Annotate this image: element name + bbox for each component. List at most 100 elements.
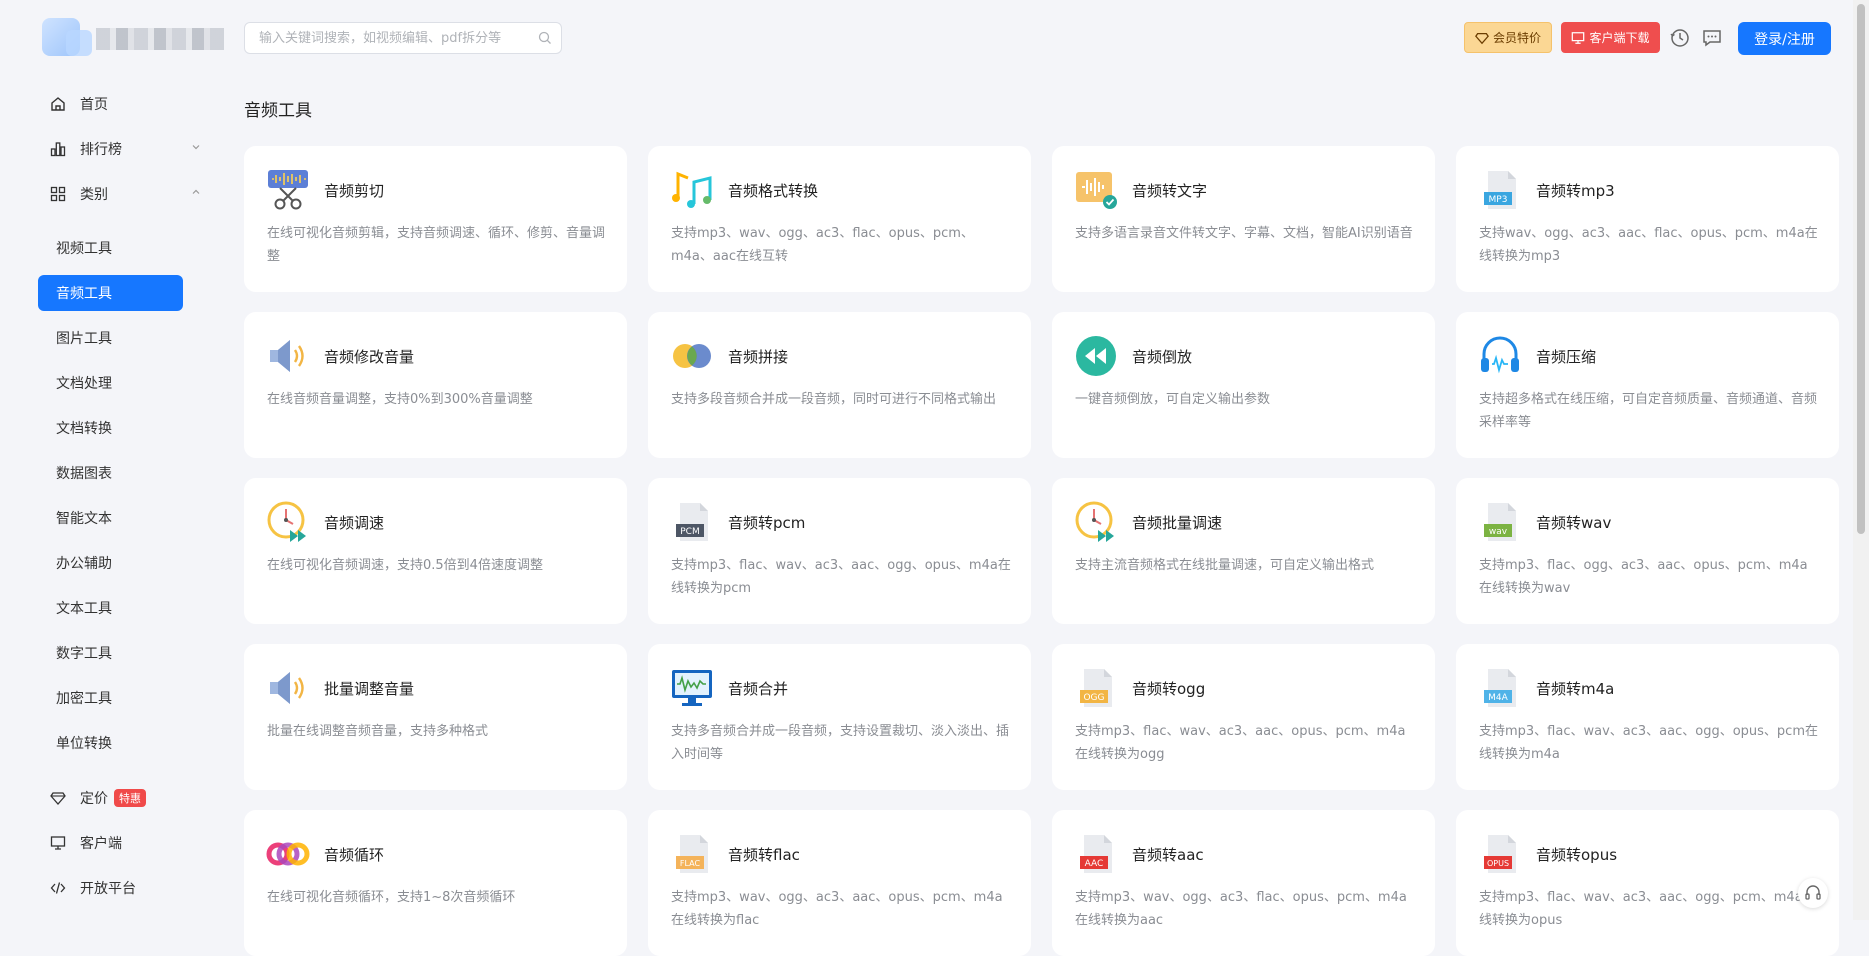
headphones-icon	[1478, 334, 1522, 378]
category-item-encrypt[interactable]: 加密工具	[38, 680, 183, 716]
tool-card[interactable]: MP3 音频转mp3 支持wav、ogg、ac3、aac、flac、opus、pcm…	[1456, 146, 1839, 292]
nav-home-label: 首页	[80, 97, 108, 113]
nav-pricing-label: 定价	[80, 791, 108, 807]
category-item-doc-convert[interactable]: 文档转换	[38, 410, 183, 446]
tool-card[interactable]: OPUS 音频转opus 支持mp3、flac、wav、ac3、aac、ogg、pc…	[1456, 810, 1839, 956]
file-type-label: M4A	[1488, 693, 1508, 703]
category-item-audio[interactable]: 音频工具	[38, 275, 183, 311]
logo[interactable]	[38, 16, 224, 60]
nav-open-platform[interactable]: 开放平台	[38, 870, 208, 906]
category-item-ai-text[interactable]: 智能文本	[38, 500, 183, 536]
tool-card[interactable]: wav 音频转wav 支持mp3、flac、ogg、ac3、aac、opus、pcm…	[1456, 478, 1839, 624]
file-opus-icon: OPUS	[1478, 832, 1522, 876]
category-item-office[interactable]: 办公辅助	[38, 545, 183, 581]
promo-badge: 特惠	[114, 789, 146, 807]
category-label: 单位转换	[56, 736, 112, 752]
vip-diamond-icon	[1475, 31, 1489, 45]
rewind-icon	[1074, 334, 1118, 378]
audio-cut-icon	[266, 168, 310, 212]
search-icon[interactable]	[537, 30, 553, 50]
tool-card-description: 支持mp3、wav、ogg、ac3、flac、opus、pcm、m4a、aac在…	[671, 226, 974, 264]
tool-card-title: 音频修改音量	[324, 348, 415, 366]
category-item-unit[interactable]: 单位转换	[38, 725, 183, 761]
tool-card[interactable]: 批量调整音量 批量在线调整音频音量，支持多种格式	[244, 644, 627, 790]
message-icon[interactable]	[1700, 26, 1724, 50]
nav-category-label: 类别	[80, 187, 108, 203]
category-label: 图片工具	[56, 331, 112, 347]
tool-card-title: 音频压缩	[1536, 348, 1597, 366]
category-label: 数字工具	[56, 646, 112, 662]
tool-card[interactable]: 音频循环 在线可视化音频循环，支持1~8次音频循环	[244, 810, 627, 956]
nav-client[interactable]: 客户端	[38, 825, 208, 861]
scrollbar[interactable]	[1853, 0, 1869, 920]
category-item-video[interactable]: 视频工具	[38, 230, 183, 266]
category-item-image[interactable]: 图片工具	[38, 320, 183, 356]
nav-home[interactable]: 首页	[38, 86, 208, 122]
file-type-label: FLAC	[680, 859, 701, 868]
nav-category[interactable]: 类别	[38, 176, 208, 212]
tool-card[interactable]: 音频合并 支持多音频合并成一段音频，支持设置裁切、淡入淡出、插入时间等	[648, 644, 1031, 790]
login-register-button[interactable]: 登录/注册	[1738, 22, 1831, 55]
chevron-down-icon	[190, 141, 202, 157]
tool-card-description: 支持超多格式在线压缩，可自定音频质量、音频通道、音频采样率等	[1479, 392, 1818, 430]
tool-card[interactable]: AAC 音频转aac 支持mp3、wav、ogg、ac3、flac、opus、pcm…	[1052, 810, 1435, 956]
category-item-doc-process[interactable]: 文档处理	[38, 365, 183, 401]
headset-icon[interactable]	[1798, 878, 1828, 908]
tool-card-description: 在线可视化音频循环，支持1~8次音频循环	[267, 890, 516, 905]
tool-card-description: 在线音频音量调整，支持0%到300%音量调整	[267, 392, 533, 407]
tool-card-description: 在线可视化音频调速，支持0.5倍到4倍速度调整	[267, 558, 543, 573]
nav-ranking[interactable]: 排行榜	[38, 131, 208, 167]
search-box[interactable]	[244, 22, 562, 54]
file-aac-icon: AAC	[1074, 832, 1118, 876]
tool-card-description: 支持主流音频格式在线批量调速，可自定义输出格式	[1075, 558, 1375, 573]
category-item-data-chart[interactable]: 数据图表	[38, 455, 183, 491]
tool-card[interactable]: M4A 音频转m4a 支持mp3、flac、wav、ac3、aac、ogg、opus…	[1456, 644, 1839, 790]
scrollbar-thumb[interactable]	[1857, 4, 1865, 534]
tool-card-description: 支持mp3、flac、wav、ac3、aac、ogg、pcm、m4a在线转换为o…	[1479, 890, 1816, 928]
category-label: 文档转换	[56, 421, 112, 437]
category-label: 智能文本	[56, 511, 112, 527]
nav-pricing[interactable]: 定价 特惠	[38, 780, 208, 816]
tool-card-title: 音频调速	[324, 514, 385, 532]
category-item-text[interactable]: 文本工具	[38, 590, 183, 626]
tool-card[interactable]: PCM 音频转pcm 支持mp3、flac、wav、ac3、aac、ogg、opus…	[648, 478, 1031, 624]
tool-card-description: 支持wav、ogg、ac3、aac、flac、opus、pcm、m4a在线转换为…	[1479, 226, 1818, 264]
file-flac-icon: FLAC	[670, 832, 714, 876]
client-download-button[interactable]: 客户端下载	[1561, 22, 1660, 53]
monitor-wave-icon	[670, 666, 714, 710]
nav-client-label: 客户端	[80, 836, 122, 852]
bar-chart-icon	[48, 139, 68, 159]
tool-card-description: 支持多语言录音文件转文字、字幕、文档，智能AI识别语音	[1075, 226, 1413, 241]
file-type-label: PCM	[680, 527, 699, 537]
tool-card[interactable]: 音频剪切 在线可视化音频剪辑，支持音频调速、循环、修剪、音量调整	[244, 146, 627, 292]
tool-card[interactable]: 音频修改音量在线音频音量调整，支持0%到300%音量调整	[244, 312, 627, 458]
speaker-icon	[266, 666, 310, 710]
category-item-number[interactable]: 数字工具	[38, 635, 183, 671]
tool-card[interactable]: 音频批量调速 支持主流音频格式在线批量调速，可自定义输出格式	[1052, 478, 1435, 624]
nav-open-platform-label: 开放平台	[80, 881, 136, 897]
tool-card-title: 音频倒放	[1132, 348, 1193, 366]
tool-card-description: 支持mp3、wav、ogg、ac3、flac、opus、pcm、m4a在线转换为…	[1075, 890, 1407, 928]
tool-card-description: 支持mp3、flac、wav、ac3、aac、opus、pcm、m4a在线转换为…	[1075, 724, 1406, 762]
tool-card[interactable]: FLAC 音频转flac 支持mp3、wav、ogg、ac3、aac、opus、pc…	[648, 810, 1031, 956]
tool-card[interactable]: 音频压缩支持超多格式在线压缩，可自定音频质量、音频通道、音频采样率等	[1456, 312, 1839, 458]
tool-card[interactable]: 音频转文字 支持多语言录音文件转文字、字幕、文档，智能AI识别语音	[1052, 146, 1435, 292]
sidebar: 首页 排行榜 类别 视频工具 音频工具 图片工具 文档处理 文档转换 数据图表 …	[0, 0, 224, 920]
download-monitor-icon	[1571, 31, 1585, 45]
category-label: 加密工具	[56, 691, 112, 707]
tool-card[interactable]: 音频拼接 支持多段音频合并成一段音频，同时可进行不同格式输出	[648, 312, 1031, 458]
diamond-icon	[48, 788, 68, 808]
tool-card-title: 音频转aac	[1132, 846, 1204, 864]
file-type-label: wav	[1489, 527, 1508, 537]
file-m4a-icon: M4A	[1478, 666, 1522, 710]
history-icon[interactable]	[1668, 26, 1692, 50]
tool-card[interactable]: 音频倒放 一键音频倒放，可自定义输出参数	[1052, 312, 1435, 458]
tool-card-title: 批量调整音量	[324, 680, 415, 698]
tool-card[interactable]: 音频调速在线可视化音频调速，支持0.5倍到4倍速度调整	[244, 478, 627, 624]
search-input[interactable]	[257, 29, 531, 47]
vip-offer-button[interactable]: 会员特价	[1464, 22, 1552, 53]
tool-card-title: 音频转wav	[1536, 514, 1612, 532]
tool-card-title: 音频转pcm	[728, 514, 806, 532]
tool-card[interactable]: OGG 音频转ogg 支持mp3、flac、wav、ac3、aac、opus、pcm…	[1052, 644, 1435, 790]
tool-card[interactable]: 音频格式转换 支持mp3、wav、ogg、ac3、flac、opus、pcm、m4…	[648, 146, 1031, 292]
